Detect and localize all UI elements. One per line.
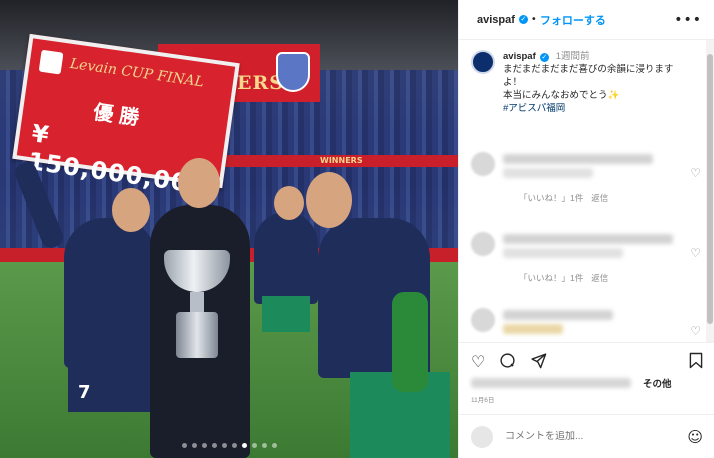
post-sidebar: avispaf ✓ • フォローする ••• avispaf ✓ 1週間前 まだまだ…	[458, 0, 714, 458]
caption-line-3: 本当にみんなおめでとう✨	[503, 90, 620, 101]
player-right-head	[306, 172, 352, 228]
current-user-avatar	[471, 425, 493, 448]
prize-board-title: 優勝	[91, 99, 147, 131]
trophy-stem	[190, 292, 204, 314]
comment-avatar[interactable]	[471, 152, 495, 176]
carousel-dot	[261, 443, 267, 448]
player-left-head	[112, 188, 150, 232]
sponsor-logo-icon	[38, 49, 64, 75]
comment-input[interactable]	[505, 431, 665, 442]
player-middle	[254, 212, 318, 304]
comment-bubble-icon[interactable]	[499, 352, 516, 372]
comment-meta: 「いいね！」1件 返信	[519, 192, 616, 204]
comment-text-blurred	[503, 234, 673, 244]
official-head	[178, 158, 220, 208]
emoji-icon[interactable]: ☺	[687, 428, 703, 446]
caption-line-1: まだまだまだまだ喜びの余韻に浸ります	[503, 64, 674, 75]
carousel-dot	[221, 443, 227, 448]
comments-scrollbar[interactable]	[706, 40, 714, 342]
comment-text-blurred	[503, 168, 593, 178]
player-right-sleeve	[392, 292, 428, 392]
caption: avispaf ✓ 1週間前 まだまだまだまだ喜びの余韻に浸ります よ！ 本当にみん…	[459, 40, 707, 115]
comment-like-heart-icon[interactable]: ♡	[690, 166, 701, 180]
likes-names-blurred	[471, 378, 631, 388]
post-image[interactable]: WINNERS WINNERS Levain CUP FINAL 優勝 ¥ 15…	[0, 0, 458, 458]
player-middle-shorts	[262, 296, 310, 332]
comment-reply-button[interactable]: 返信	[591, 193, 608, 203]
caption-time[interactable]: 1週間前	[556, 51, 590, 62]
carousel-dot	[181, 443, 187, 448]
comment-text-blurred	[503, 248, 623, 258]
caption-verified-badge-icon: ✓	[539, 53, 549, 62]
comment-like-heart-icon[interactable]: ♡	[690, 324, 701, 338]
comment-likes[interactable]: 「いいね！」1件	[519, 193, 583, 203]
carousel-dot	[241, 443, 247, 448]
comment-meta: 「いいね！」1件 返信	[519, 272, 616, 284]
caption-body: avispaf ✓ 1週間前 まだまだまだまだ喜びの余韻に浸ります よ！ 本当にみん…	[503, 50, 673, 115]
scrollbar-thumb[interactable]	[707, 54, 713, 324]
likes-others-link[interactable]: その他	[643, 376, 672, 390]
header-separator: •	[530, 14, 537, 25]
comment-text-blurred	[503, 154, 653, 164]
more-options-icon[interactable]: •••	[674, 12, 702, 28]
carousel-dot	[271, 443, 277, 448]
post-header: avispaf ✓ • フォローする •••	[459, 0, 714, 40]
carousel-indicator	[0, 443, 458, 448]
club-crest-icon	[276, 52, 310, 92]
comment-text-blurred	[503, 324, 563, 334]
share-paper-plane-icon[interactable]	[530, 352, 547, 372]
winners-ribbon: WINNERS	[220, 155, 458, 167]
trophy-bowl	[164, 250, 230, 292]
carousel-dot	[191, 443, 197, 448]
comment-like-heart-icon[interactable]: ♡	[690, 246, 701, 260]
carousel-dot	[231, 443, 237, 448]
trophy	[164, 250, 230, 358]
add-comment-bar: ☺	[459, 414, 714, 458]
carousel-dot	[211, 443, 217, 448]
carousel-dot	[201, 443, 207, 448]
comments-section[interactable]: avispaf ✓ 1週間前 まだまだまだまだ喜びの余韻に浸ります よ！ 本当にみん…	[459, 40, 707, 342]
caption-username[interactable]: avispaf	[503, 51, 536, 62]
bookmark-icon[interactable]	[689, 352, 703, 372]
player-middle-head	[274, 186, 304, 220]
comment-avatar[interactable]	[471, 308, 495, 332]
comment-text-blurred	[503, 310, 613, 320]
post-date[interactable]: 11月6日	[471, 394, 494, 404]
follow-button[interactable]: フォローする	[540, 12, 606, 28]
comment-likes[interactable]: 「いいね！」1件	[519, 273, 583, 283]
prize-board-cup: Levain CUP FINAL	[68, 55, 205, 91]
comment-reply-button[interactable]: 返信	[591, 273, 608, 283]
player-left-number: 7	[78, 382, 91, 403]
likes-summary: その他	[471, 376, 707, 390]
caption-line-2: よ！	[503, 77, 523, 88]
like-heart-icon[interactable]: ♡	[471, 353, 485, 370]
avatar[interactable]	[471, 50, 495, 74]
comment-avatar[interactable]	[471, 232, 495, 256]
action-bar: ♡	[459, 342, 714, 380]
trophy-base	[176, 312, 218, 358]
caption-hashtag[interactable]: #アビスパ福岡	[503, 102, 673, 115]
verified-badge-icon: ✓	[518, 15, 528, 24]
header-username[interactable]: avispaf	[477, 14, 515, 26]
carousel-dot	[251, 443, 257, 448]
player-left	[64, 218, 156, 368]
